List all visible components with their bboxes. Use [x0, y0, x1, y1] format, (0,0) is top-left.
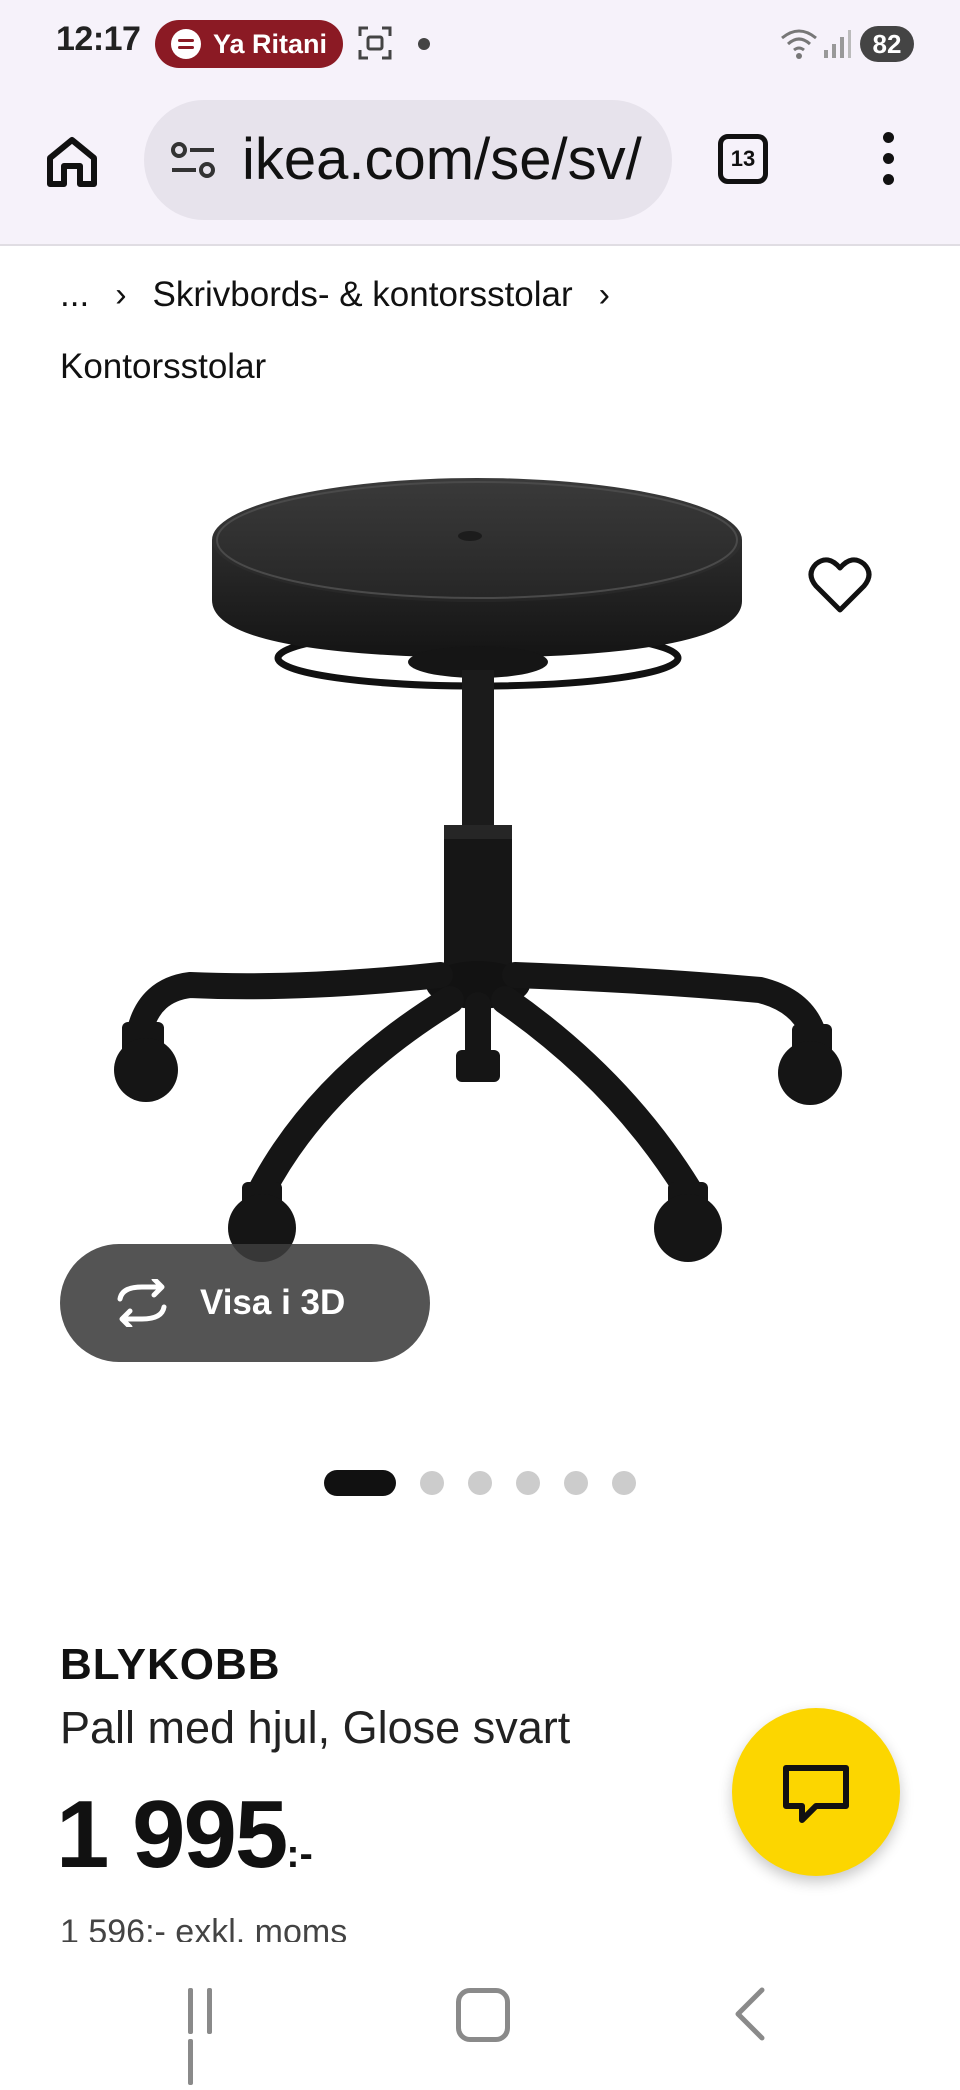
back-icon[interactable]: [730, 1984, 770, 2044]
carousel-dot[interactable]: [420, 1471, 444, 1495]
carousel-dot[interactable]: [468, 1471, 492, 1495]
product-brand: BLYKOBB: [60, 1640, 281, 1689]
home-button-icon[interactable]: [456, 1988, 510, 2042]
url-text[interactable]: ikea.com/se/sv/: [242, 126, 672, 193]
media-pill-label: Ya Ritani: [213, 28, 328, 59]
chat-button[interactable]: [732, 1708, 900, 1876]
home-icon[interactable]: [42, 132, 102, 192]
chat-icon: [783, 1765, 849, 1823]
image-carousel-indicator: [324, 1470, 660, 1496]
status-bar: 12:17 Ya Ritani 82: [0, 0, 960, 88]
carousel-dot[interactable]: [612, 1471, 636, 1495]
price-excl-vat: 1 596:- exkl. moms: [60, 1913, 348, 1942]
tab-switcher-button[interactable]: 13: [718, 134, 768, 184]
favorite-heart-icon[interactable]: [808, 556, 872, 614]
breadcrumb-item-office-chairs[interactable]: Kontorsstolar: [60, 347, 266, 387]
media-pill[interactable]: Ya Ritani: [155, 20, 343, 68]
price-amount: 1 995: [56, 1781, 288, 1888]
notification-dot-icon: [418, 38, 430, 50]
rotate-3d-icon: [117, 1279, 167, 1327]
view-in-3d-button[interactable]: Visa i 3D: [60, 1244, 430, 1362]
spotify-icon: [171, 29, 201, 59]
battery-indicator: 82: [860, 26, 914, 62]
more-options-icon[interactable]: [876, 132, 900, 188]
breadcrumb-item-desk-chairs[interactable]: Skrivbords- & kontorsstolar: [153, 275, 573, 315]
product-price: 1 995:-: [56, 1780, 313, 1890]
view-in-3d-label: Visa i 3D: [200, 1283, 346, 1322]
chevron-right-icon: ›: [598, 275, 610, 314]
carousel-dot[interactable]: [516, 1471, 540, 1495]
breadcrumb: ... › Skrivbords- & kontorsstolar › Kont…: [60, 270, 920, 392]
address-bar[interactable]: ikea.com/se/sv/: [144, 100, 672, 220]
breadcrumb-ellipsis[interactable]: ...: [60, 275, 89, 315]
product-description: Pall med hjul, Glose svart: [60, 1702, 571, 1753]
carousel-dot[interactable]: [324, 1470, 396, 1496]
system-navigation-bar: [0, 1944, 960, 2085]
status-time: 12:17: [56, 20, 141, 58]
screen-recorder-icon: [358, 26, 392, 60]
signal-icon: [824, 30, 851, 58]
site-settings-icon[interactable]: [170, 140, 216, 180]
chevron-right-icon: ›: [115, 275, 127, 314]
browser-toolbar: ikea.com/se/sv/ 13: [0, 88, 960, 246]
recent-apps-icon[interactable]: [188, 1988, 238, 2085]
wifi-icon: [781, 29, 817, 59]
price-suffix: :-: [286, 1832, 313, 1876]
carousel-dot[interactable]: [564, 1471, 588, 1495]
